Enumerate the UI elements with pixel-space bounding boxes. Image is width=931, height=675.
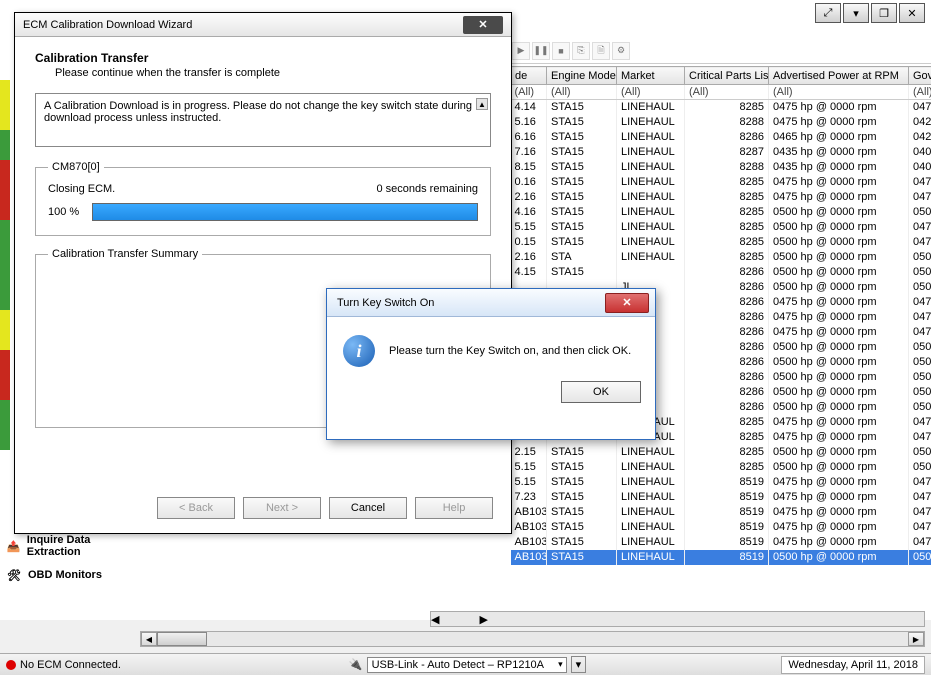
table-filter-row[interactable]: (All) (All) (All) (All) (All) (All) [511, 85, 931, 100]
progress-bar: 100 % [48, 203, 478, 221]
table-row[interactable]: 0.15STA15LINEHAUL82850500 hp @ 0000 rpm0… [511, 235, 931, 250]
maximize-icon[interactable]: ❐ [871, 3, 897, 23]
table-row[interactable]: AB10342.23STA15LINEHAUL85190500 hp @ 000… [511, 565, 931, 566]
help-button[interactable]: Help [415, 497, 493, 519]
cancel-button[interactable]: Cancel [329, 497, 407, 519]
ecm-status-text: No ECM Connected. [20, 659, 121, 671]
obd-icon: 🛠 [4, 566, 24, 584]
expand-icon[interactable]: ⤢ [815, 3, 841, 23]
table-row[interactable]: 8.15STA15LINEHAUL82880435 hp @ 0000 rpm0… [511, 160, 931, 175]
table-row[interactable]: 2.16STALINEHAUL82850500 hp @ 0000 rpm050… [511, 250, 931, 265]
nav-label: OBD Monitors [28, 569, 102, 581]
table-row[interactable]: 2.16STA15LINEHAUL82850475 hp @ 0000 rpm0… [511, 190, 931, 205]
chevron-down-icon[interactable]: ▾ [571, 656, 587, 673]
table-row[interactable]: 5.15STA15LINEHAUL82850500 hp @ 0000 rpm0… [511, 460, 931, 475]
scroll-left-icon[interactable]: ◀ [141, 632, 157, 646]
back-button[interactable]: < Back [157, 497, 235, 519]
ecm-wizard-window: ECM Calibration Download Wizard ✕ Calibr… [14, 12, 512, 534]
left-color-strip [0, 80, 10, 530]
table-row[interactable]: AB10338.23STA15LINEHAUL85190475 hp @ 000… [511, 505, 931, 520]
wizard-titlebar[interactable]: ECM Calibration Download Wizard ✕ [15, 13, 511, 37]
progress-legend: CM870[0] [48, 161, 104, 173]
nav-label: Inquire Data Extraction [27, 534, 140, 558]
ecm-status: No ECM Connected. [6, 659, 121, 671]
scroll-right-icon[interactable]: ▶ [908, 632, 924, 646]
status-dot-icon [6, 660, 16, 670]
warning-text: A Calibration Download is in progress. P… [44, 100, 472, 124]
table-row[interactable]: 2.15STA15LINEHAUL82850500 hp @ 0000 rpm0… [511, 445, 931, 460]
col-market[interactable]: Market [617, 67, 685, 85]
table-row[interactable]: 5.15STA15LINEHAUL85190475 hp @ 0000 rpm0… [511, 475, 931, 490]
side-nav: 📤 Inquire Data Extraction 🛠 OBD Monitors [2, 530, 142, 588]
dialog-title: Turn Key Switch On [337, 297, 434, 309]
table-row[interactable]: 7.23STA15LINEHAUL85190475 hp @ 0000 rpm0… [511, 490, 931, 505]
link-segment: 🔌 USB-Link - Auto Detect – RP1210A ▾ [349, 656, 586, 673]
window-controls: ⤢ ▾ ❐ ✕ [815, 3, 925, 23]
play-icon[interactable]: ▶ [512, 42, 530, 60]
next-button[interactable]: Next > [243, 497, 321, 519]
pause-icon[interactable]: ❚❚ [532, 42, 550, 60]
close-icon[interactable]: ✕ [463, 16, 503, 34]
usb-icon: 🔌 [349, 658, 363, 671]
key-switch-dialog: Turn Key Switch On ✕ i Please turn the K… [326, 288, 656, 440]
adapter-dropdown[interactable]: USB-Link - Auto Detect – RP1210A [367, 657, 567, 673]
warning-textbox: A Calibration Download is in progress. P… [35, 93, 491, 147]
table-row[interactable]: 5.16STA15LINEHAUL82880475 hp @ 0000 rpm0… [511, 115, 931, 130]
table-row[interactable]: 6.16STA15LINEHAUL82860465 hp @ 0000 rpm0… [511, 130, 931, 145]
table-header-row[interactable]: de Engine Model Market Critical Parts Li… [511, 67, 931, 85]
status-text: Closing ECM. [48, 183, 115, 195]
table-row[interactable]: 4.14STA15LINEHAUL82850475 hp @ 0000 rpm0… [511, 100, 931, 115]
percent-label: 100 % [48, 206, 84, 218]
wizard-buttons: < Back Next > Cancel Help [157, 497, 493, 519]
copy-icon[interactable]: ⎘ [572, 42, 590, 60]
dialog-titlebar[interactable]: Turn Key Switch On ✕ [327, 289, 655, 317]
scroll-up-icon[interactable]: ▲ [476, 98, 488, 110]
col-cpl[interactable]: Critical Parts List [685, 67, 769, 85]
nav-inquire-data[interactable]: 📤 Inquire Data Extraction [2, 530, 142, 562]
bottom-hscroll[interactable]: ◀ ▶ [140, 631, 925, 647]
wizard-subtitle: Please continue when the transfer is com… [55, 67, 491, 79]
nav-obd-monitors[interactable]: 🛠 OBD Monitors [2, 562, 142, 588]
extract-icon: 📤 [4, 537, 23, 555]
close-icon[interactable]: ✕ [605, 293, 649, 313]
remaining-text: 0 seconds remaining [376, 183, 478, 195]
table-row[interactable]: 4.16STA15LINEHAUL82850500 hp @ 0000 rpm0… [511, 205, 931, 220]
status-bar: No ECM Connected. 🔌 USB-Link - Auto Dete… [0, 653, 931, 675]
table-row[interactable]: AB10340.23STA15LINEHAUL85190475 hp @ 000… [511, 535, 931, 550]
wizard-title: ECM Calibration Download Wizard [23, 19, 192, 31]
scroll-left-icon[interactable]: ◀ [431, 613, 439, 626]
dialog-message: Please turn the Key Switch on, and then … [389, 345, 631, 357]
col-engine-model[interactable]: Engine Model [547, 67, 617, 85]
summary-legend: Calibration Transfer Summary [48, 248, 202, 260]
date-display: Wednesday, April 11, 2018 [781, 656, 925, 674]
table-row[interactable]: AB10341.23STA15LINEHAUL85190500 hp @ 000… [511, 550, 931, 565]
config-icon[interactable]: ⚙ [612, 42, 630, 60]
col-de[interactable]: de [511, 67, 547, 85]
ok-button[interactable]: OK [561, 381, 641, 403]
table-row[interactable]: 5.15STA15LINEHAUL82850500 hp @ 0000 rpm0… [511, 220, 931, 235]
dropdown-icon[interactable]: ▾ [843, 3, 869, 23]
table-row[interactable]: 0.16STA15LINEHAUL82850475 hp @ 0000 rpm0… [511, 175, 931, 190]
toolbar: ▶ ❚❚ ■ ⎘ 🗎 ⚙ [510, 38, 931, 64]
table-row[interactable]: AB10339.23STA15LINEHAUL85190475 hp @ 000… [511, 520, 931, 535]
scroll-right-icon[interactable]: ▶ [479, 613, 487, 626]
doc-icon[interactable]: 🗎 [592, 42, 610, 60]
progress-group: CM870[0] Closing ECM. 0 seconds remainin… [35, 161, 491, 236]
col-gover[interactable]: Gover [909, 67, 931, 85]
stop-icon[interactable]: ■ [552, 42, 570, 60]
col-power[interactable]: Advertised Power at RPM [769, 67, 909, 85]
table-row[interactable]: 4.15STA1582860500 hp @ 0000 rpm0500 l [511, 265, 931, 280]
table-row[interactable]: 7.16STA15LINEHAUL82870435 hp @ 0000 rpm0… [511, 145, 931, 160]
info-icon: i [343, 335, 375, 367]
wizard-heading: Calibration Transfer [35, 51, 491, 65]
close-icon[interactable]: ✕ [899, 3, 925, 23]
grid-hscroll[interactable]: ◀ ▶ [430, 611, 925, 627]
